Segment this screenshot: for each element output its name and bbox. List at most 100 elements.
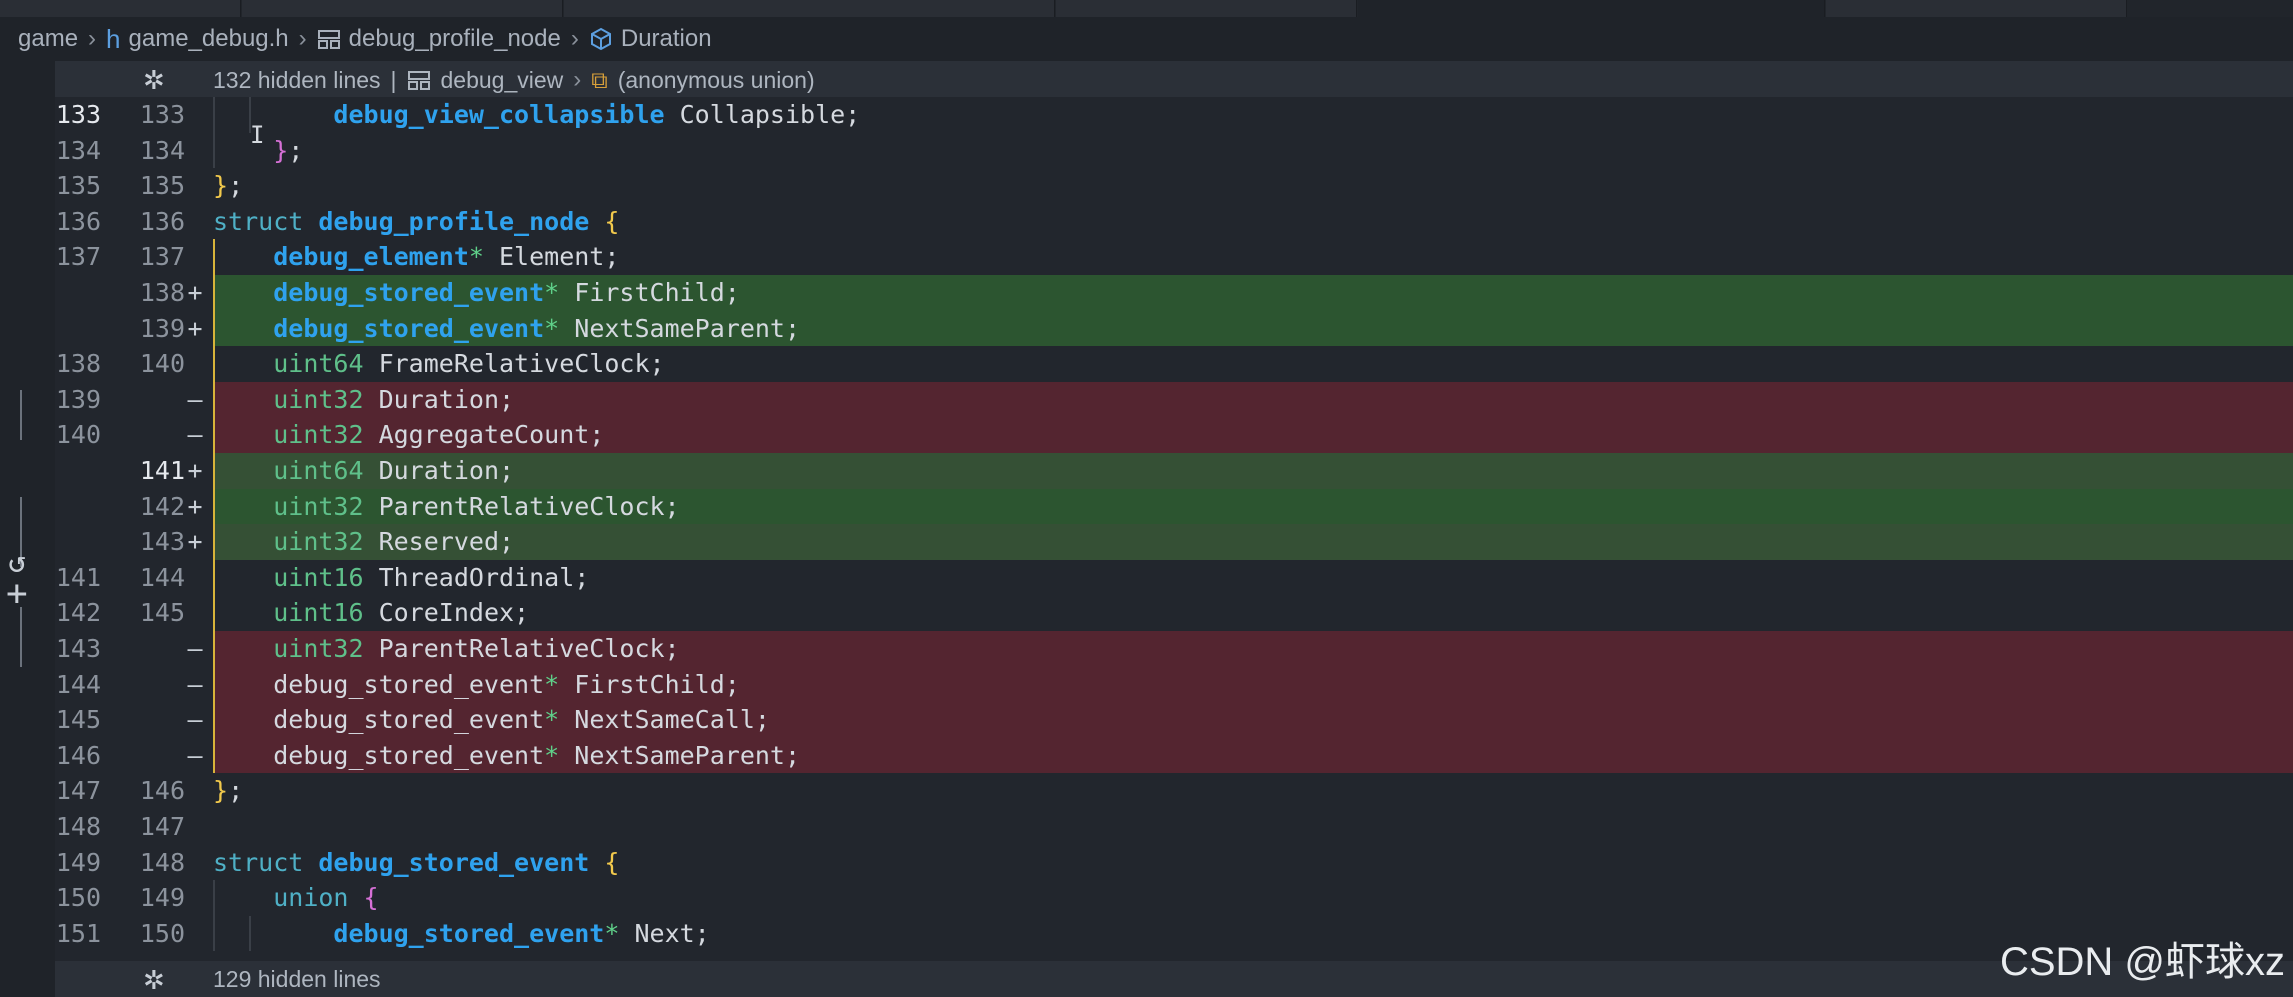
- breadcrumb-field[interactable]: Duration: [589, 25, 712, 53]
- removed-marker: —: [187, 740, 203, 770]
- code-line[interactable]: 142 + uint32 ParentRelativeClock;: [55, 488, 2293, 525]
- code-text[interactable]: uint64 Duration;: [213, 453, 514, 489]
- removed-marker: —: [187, 705, 203, 735]
- code-text[interactable]: uint32 AggregateCount;: [213, 417, 604, 453]
- new-line-number: 148: [139, 847, 185, 877]
- field-cube-icon: [590, 27, 611, 51]
- text-cursor-icon: I: [250, 120, 265, 149]
- tab[interactable]: [564, 0, 1055, 17]
- code-text[interactable]: debug_stored_event* FirstChild;: [213, 667, 740, 703]
- removed-marker: —: [187, 634, 203, 663]
- removed-marker: —: [187, 420, 203, 450]
- unfold-icon[interactable]: ✲: [143, 965, 165, 996]
- new-line-number: 144: [139, 562, 185, 592]
- struct-icon: [407, 71, 430, 90]
- divider: |: [390, 66, 397, 93]
- unfold-icon[interactable]: ✲: [143, 65, 165, 96]
- code-line[interactable]: 141 + uint64 Duration;: [55, 453, 2293, 489]
- old-line-number: 142: [55, 598, 101, 628]
- tab[interactable]: [1056, 0, 1357, 17]
- code-text[interactable]: uint32 ParentRelativeClock;: [213, 631, 679, 667]
- tab[interactable]: [1826, 0, 2127, 17]
- code-line[interactable]: 140 — uint32 AggregateCount;: [55, 417, 2293, 453]
- added-marker: +: [187, 491, 203, 521]
- breadcrumb-struct[interactable]: debug_profile_node: [317, 25, 561, 53]
- indent-guide: [213, 239, 215, 774]
- rail-line: [20, 390, 22, 440]
- code-line[interactable]: 143 — uint32 ParentRelativeClock;: [55, 631, 2293, 667]
- hidden-crumb-union[interactable]: (anonymous union): [618, 67, 815, 94]
- tab-active[interactable]: [1358, 0, 1825, 17]
- code-line[interactable]: 133 133 debug_view_collapsible Collapsibl…: [55, 97, 2293, 133]
- code-line[interactable]: 142 145 uint16 CoreIndex;: [55, 595, 2293, 631]
- code-line[interactable]: 148 147: [55, 809, 2293, 845]
- new-line-number: 147: [139, 812, 185, 841]
- breadcrumb-struct-label: debug_profile_node: [348, 25, 561, 52]
- old-line-number: 135: [55, 171, 101, 201]
- code-text[interactable]: debug_stored_event* NextSameCall;: [213, 702, 770, 738]
- old-line-number: 138: [55, 349, 101, 379]
- code-text[interactable]: debug_stored_event* FirstChild;: [213, 275, 740, 311]
- code-text[interactable]: debug_stored_event* NextSameParent;: [213, 311, 800, 347]
- code-text[interactable]: uint32 ParentRelativeClock;: [213, 489, 679, 525]
- code-line[interactable]: 138 + debug_stored_event* FirstChild;: [55, 275, 2293, 311]
- new-line-number: 149: [139, 883, 185, 913]
- watermark: CSDN @虾球xz: [1999, 940, 2285, 984]
- code-line[interactable]: 137 137 debug_element* Element;: [55, 239, 2293, 275]
- code-line[interactable]: 149 148 struct debug_stored_event {: [55, 844, 2293, 881]
- code-text[interactable]: debug_stored_event* Next;: [213, 916, 709, 952]
- added-marker: +: [187, 278, 203, 307]
- new-line-number: 141: [139, 456, 185, 485]
- code-line[interactable]: 143 + uint32 Reserved;: [55, 524, 2293, 560]
- code-line[interactable]: 136 136 struct debug_profile_node {: [55, 203, 2293, 240]
- code-text[interactable]: union {: [213, 880, 378, 916]
- code-line[interactable]: 134 134 };: [55, 132, 2293, 169]
- new-line-number: 140: [139, 349, 185, 379]
- code-text[interactable]: debug_view_collapsible Collapsible;: [213, 97, 860, 133]
- code-line[interactable]: 151 150 debug_stored_event* Next;: [55, 915, 2293, 952]
- code-line[interactable]: 146 — debug_stored_event* NextSameParent;: [55, 737, 2293, 774]
- new-line-number: 145: [139, 598, 185, 628]
- hidden-lines-label: 129 hidden lines: [213, 966, 381, 992]
- tab[interactable]: [0, 0, 241, 17]
- code-line[interactable]: 139 — uint32 Duration;: [55, 381, 2293, 418]
- code-line[interactable]: 145 — debug_stored_event* NextSameCall;: [55, 702, 2293, 738]
- breadcrumb-file[interactable]: h game_debug.h: [106, 24, 289, 55]
- add-icon[interactable]: +: [6, 573, 28, 614]
- code-text[interactable]: struct debug_profile_node {: [213, 204, 619, 240]
- code-text[interactable]: uint32 Duration;: [213, 382, 514, 418]
- old-line-number: 137: [55, 242, 101, 272]
- hidden-lines-bar-top[interactable]: ✲ 132 hidden lines | debug_view › ⧉ (ano…: [55, 61, 2293, 97]
- code-line[interactable]: 141 144 uint16 ThreadOrdinal;: [55, 559, 2293, 596]
- code-line[interactable]: 139 + debug_stored_event* NextSameParent;: [55, 310, 2293, 347]
- code-text[interactable]: debug_element* Element;: [213, 239, 619, 275]
- old-line-number: 143: [55, 634, 101, 663]
- new-line-number: 138: [139, 278, 185, 307]
- tab[interactable]: [242, 0, 563, 17]
- breadcrumb-folder[interactable]: game: [18, 25, 78, 53]
- code-line[interactable]: 147 146};: [55, 773, 2293, 809]
- hidden-lines-bar-bottom[interactable]: ✲ 129 hidden lines: [55, 961, 2293, 997]
- removed-marker: —: [187, 669, 203, 699]
- header-file-icon: h: [106, 23, 121, 54]
- code-text[interactable]: uint16 ThreadOrdinal;: [213, 560, 589, 596]
- added-marker: +: [187, 313, 203, 343]
- union-icon: ⧉: [591, 66, 608, 93]
- code-line[interactable]: 150 149 union {: [55, 880, 2293, 916]
- code-text[interactable]: uint32 Reserved;: [213, 524, 514, 560]
- code-line[interactable]: 135 135};: [55, 168, 2293, 204]
- breadcrumb: game › h game_debug.h › debug_profile_no…: [0, 17, 2293, 61]
- removed-marker: —: [187, 384, 203, 414]
- code-text[interactable]: };: [213, 168, 243, 204]
- code-text[interactable]: uint64 FrameRelativeClock;: [213, 346, 664, 382]
- diff-editor[interactable]: 133 133 debug_view_collapsible Collapsibl…: [55, 97, 2293, 961]
- code-text[interactable]: uint16 CoreIndex;: [213, 595, 529, 631]
- code-line[interactable]: 144 — debug_stored_event* FirstChild;: [55, 666, 2293, 703]
- code-text[interactable]: debug_stored_event* NextSameParent;: [213, 738, 800, 774]
- code-text[interactable]: struct debug_stored_event {: [213, 845, 619, 881]
- code-text[interactable]: };: [213, 773, 243, 809]
- old-line-number: 147: [55, 776, 101, 806]
- indent-guide: [249, 915, 251, 952]
- code-line[interactable]: 138 140 uint64 FrameRelativeClock;: [55, 346, 2293, 382]
- hidden-crumb-struct[interactable]: debug_view: [441, 67, 564, 94]
